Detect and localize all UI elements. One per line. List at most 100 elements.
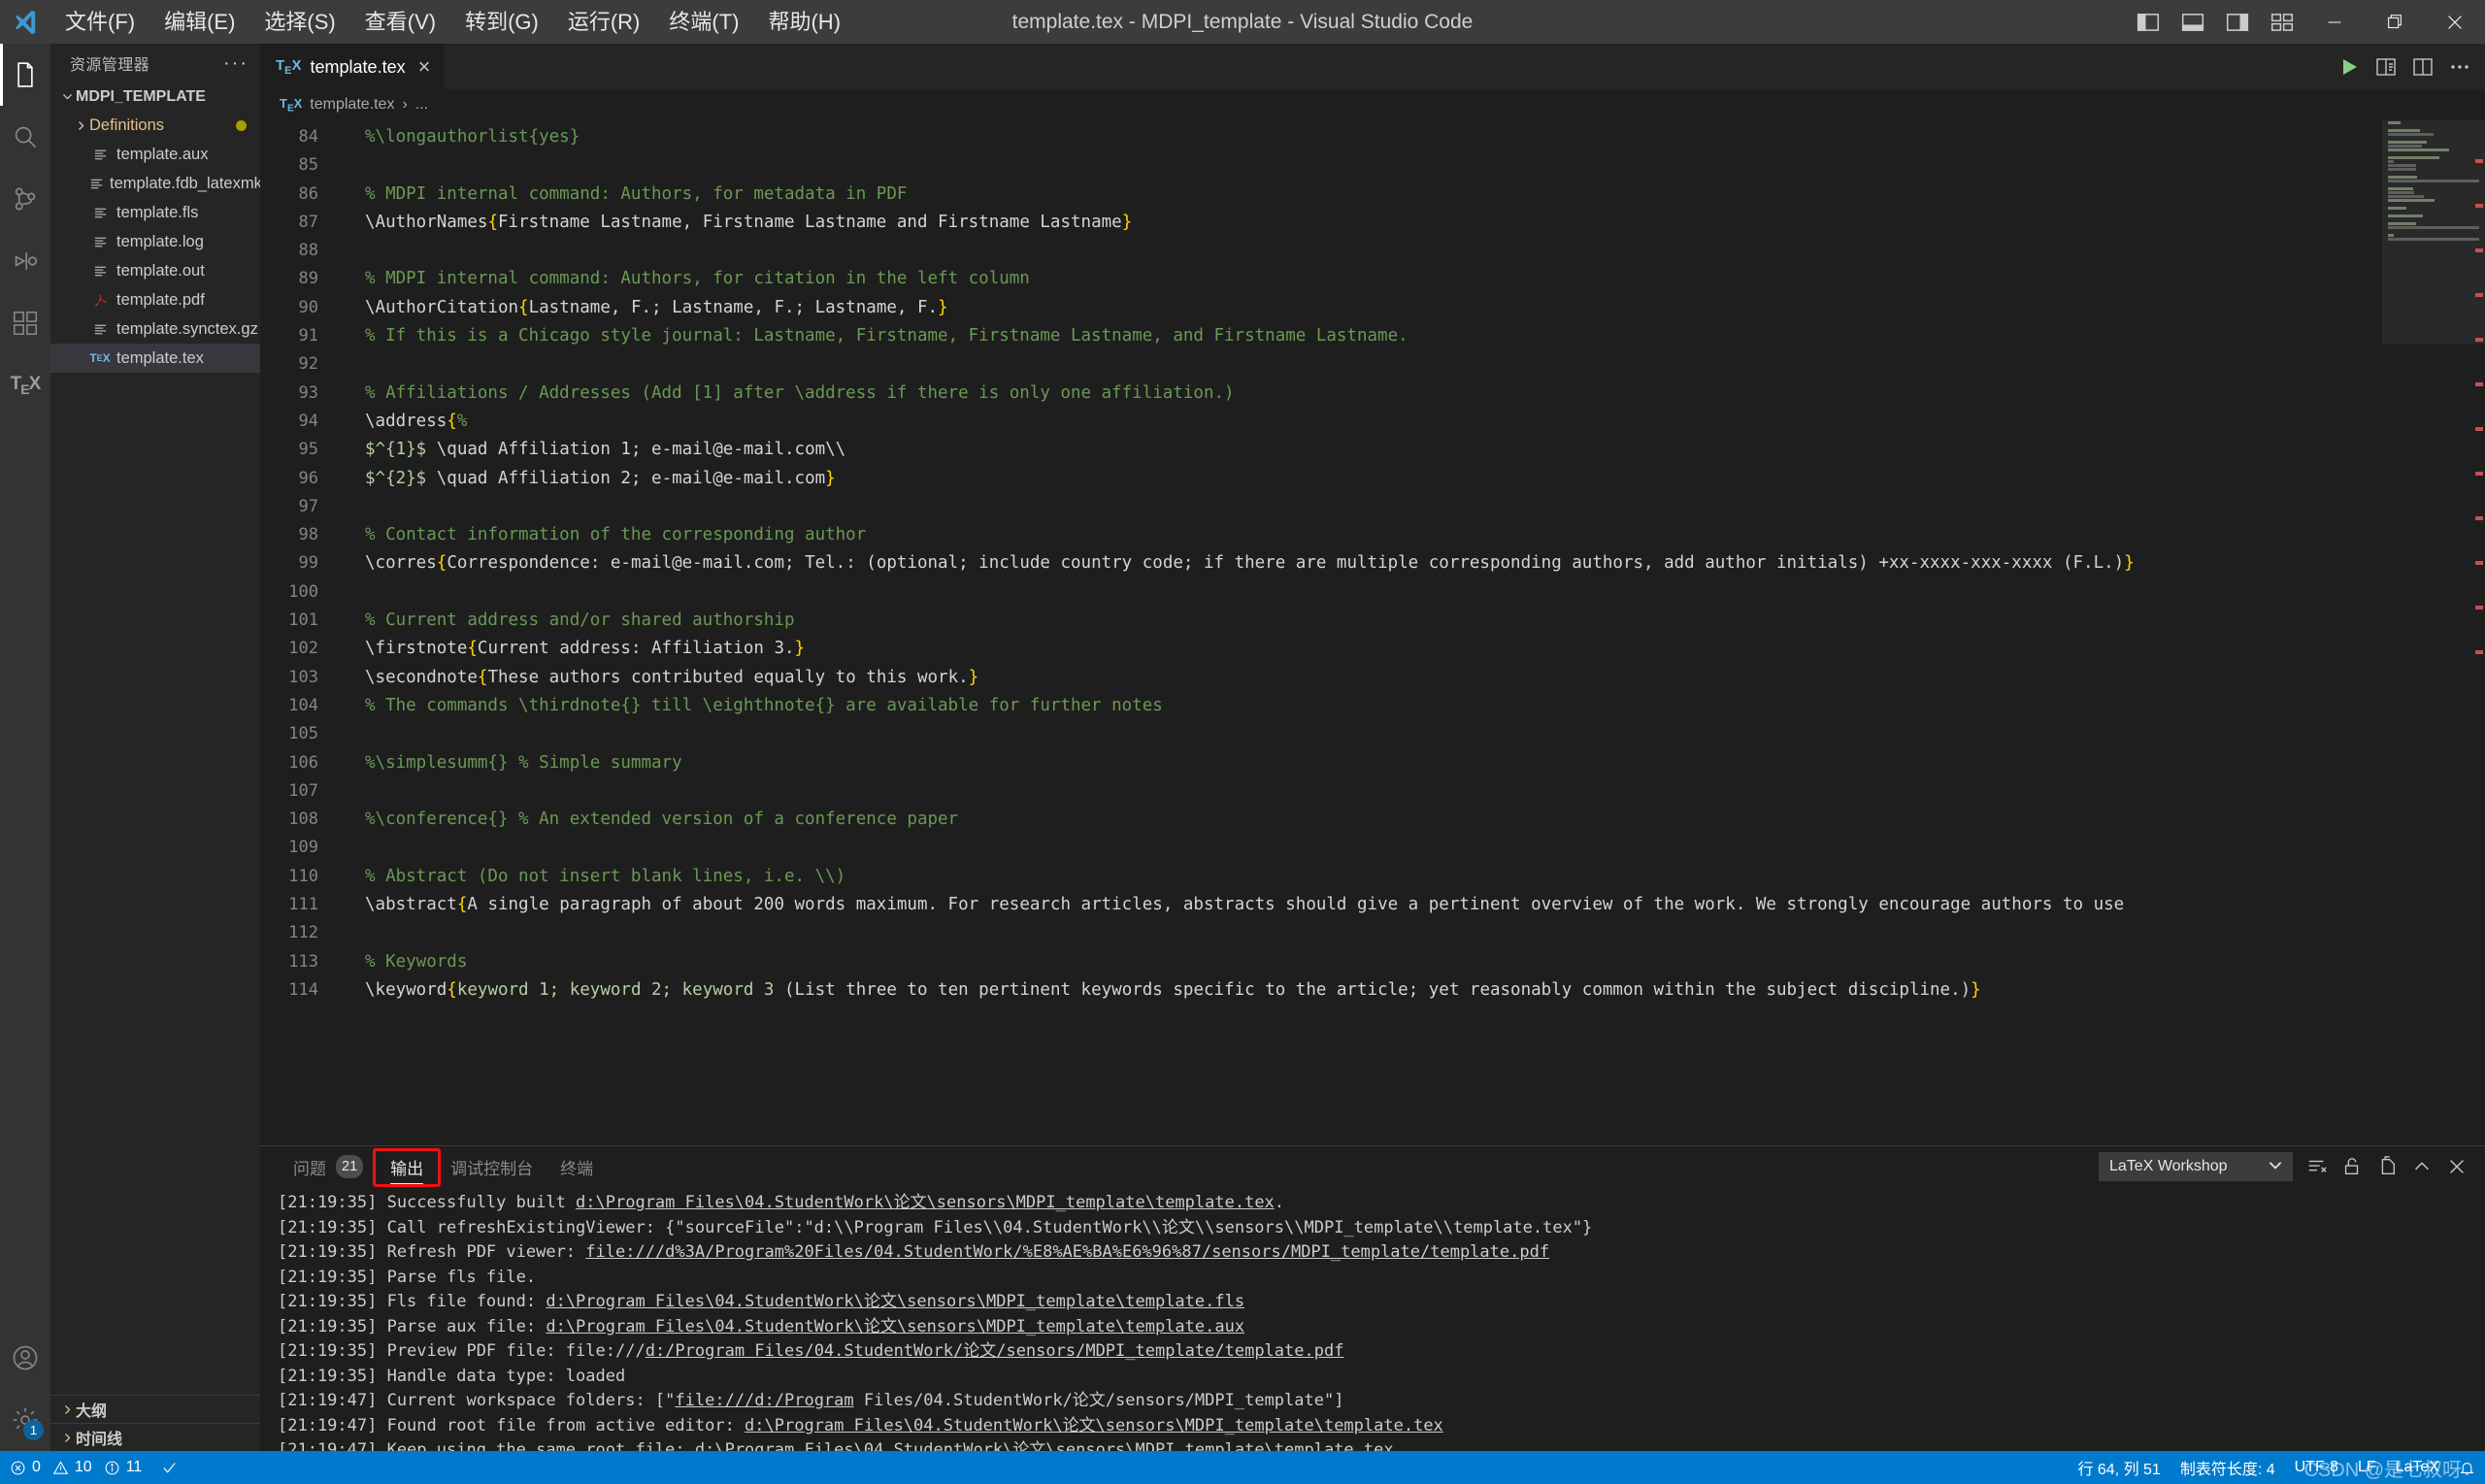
close-icon[interactable]: ×	[418, 54, 431, 80]
code-line[interactable]: 97	[260, 493, 2382, 521]
line-text[interactable]	[342, 151, 365, 180]
line-text[interactable]	[342, 350, 365, 379]
line-text[interactable]: $^{1}$ \quad Affiliation 1; e-mail@e-mai…	[342, 436, 845, 464]
code-line[interactable]: 91% If this is a Chicago style journal: …	[260, 322, 2382, 350]
run-icon[interactable]	[2337, 55, 2361, 79]
menu-go[interactable]: 转到(G)	[450, 0, 553, 44]
panel-tab-output[interactable]: 输出	[377, 1146, 437, 1187]
tree-item-template-aux[interactable]: template.aux	[50, 140, 260, 169]
menu-help[interactable]: 帮助(H)	[753, 0, 855, 44]
line-text[interactable]: \firstnote{Current address: Affiliation …	[342, 635, 805, 663]
code-line[interactable]: 89% MDPI internal command: Authors, for …	[260, 265, 2382, 293]
code-line[interactable]: 110% Abstract (Do not insert blank lines…	[260, 863, 2382, 891]
close-panel-icon[interactable]	[2446, 1156, 2468, 1177]
status-tab-size[interactable]: 制表符长度: 4	[2170, 1456, 2285, 1479]
tree-item-template-out[interactable]: template.out	[50, 256, 260, 285]
customize-layout-icon[interactable]	[2260, 0, 2304, 44]
code-line[interactable]: 95$^{1}$ \quad Affiliation 1; e-mail@e-m…	[260, 436, 2382, 464]
line-text[interactable]: %\longauthorlist{yes}	[342, 123, 580, 151]
line-text[interactable]	[342, 578, 365, 607]
line-text[interactable]: \abstract{A single paragraph of about 20…	[342, 891, 2124, 919]
output-link[interactable]: d:\Program Files\04.StudentWork\论文\senso…	[546, 1292, 1244, 1311]
activity-extensions[interactable]	[0, 292, 50, 354]
toggle-secondary-sidebar-icon[interactable]	[2215, 0, 2260, 44]
tree-item-template-fls[interactable]: template.fls	[50, 198, 260, 227]
code-line[interactable]: 113% Keywords	[260, 948, 2382, 976]
tree-item-template-synctex-gz[interactable]: template.synctex.gz	[50, 314, 260, 344]
toggle-panel-icon[interactable]	[2170, 0, 2215, 44]
menu-run[interactable]: 运行(R)	[553, 0, 655, 44]
code-line[interactable]: 108%\conference{} % An extended version …	[260, 806, 2382, 834]
line-text[interactable]: \corres{Correspondence: e-mail@e-mail.co…	[342, 549, 2135, 577]
output-channel-select[interactable]: LaTeX Workshop	[2099, 1152, 2293, 1181]
code-line[interactable]: 101% Current address and/or shared autho…	[260, 607, 2382, 635]
line-text[interactable]	[342, 237, 365, 265]
activity-accounts[interactable]	[0, 1327, 50, 1389]
output-log[interactable]: [21:19:35] Successfully built d:\Program…	[260, 1187, 2485, 1451]
sidebar-more-icon[interactable]: ···	[223, 52, 248, 75]
code-line[interactable]: 109	[260, 834, 2382, 862]
line-text[interactable]: \AuthorCitation{Lastname, F.; Lastname, …	[342, 294, 948, 322]
split-preview-icon[interactable]	[2374, 55, 2398, 79]
tree-item-template-tex[interactable]: TEX template.tex	[50, 344, 260, 373]
menu-view[interactable]: 查看(V)	[350, 0, 450, 44]
output-link[interactable]: file:///d:/Program	[675, 1391, 853, 1410]
code-line[interactable]: 102\firstnote{Current address: Affiliati…	[260, 635, 2382, 663]
menu-edit[interactable]: 编辑(E)	[149, 0, 249, 44]
maximize-button[interactable]	[2365, 0, 2425, 44]
menu-bar[interactable]: 文件(F) 编辑(E) 选择(S) 查看(V) 转到(G) 运行(R) 终端(T…	[50, 0, 855, 44]
output-link[interactable]: d:\Program Files\04.StudentWork\论文\senso…	[745, 1416, 1443, 1435]
line-text[interactable]: % Current address and/or shared authorsh…	[342, 607, 795, 635]
menu-terminal[interactable]: 终端(T)	[654, 0, 753, 44]
output-link[interactable]: d:/Program Files/04.StudentWork/论文/senso…	[646, 1341, 1344, 1361]
line-text[interactable]: % If this is a Chicago style journal: La…	[342, 322, 1408, 350]
code-content[interactable]: 84%\longauthorlist{yes}8586% MDPI intern…	[260, 120, 2382, 1005]
code-line[interactable]: 103\secondnote{These authors contributed…	[260, 664, 2382, 692]
sidebar-section-outline[interactable]: 大纲	[50, 1395, 260, 1423]
code-line[interactable]: 106%\simplesumm{} % Simple summary	[260, 749, 2382, 777]
code-line[interactable]: 84%\longauthorlist{yes}	[260, 123, 2382, 151]
activity-settings[interactable]: 1	[0, 1389, 50, 1451]
tab-template-tex[interactable]: TEX template.tex ×	[260, 44, 444, 89]
code-line[interactable]: 111\abstract{A single paragraph of about…	[260, 891, 2382, 919]
tree-item-template-pdf[interactable]: template.pdf	[50, 285, 260, 314]
code-line[interactable]: 90\AuthorCitation{Lastname, F.; Lastname…	[260, 294, 2382, 322]
activity-search[interactable]	[0, 106, 50, 168]
code-line[interactable]: 105	[260, 720, 2382, 748]
activity-run-debug[interactable]	[0, 230, 50, 292]
line-text[interactable]: \address{%	[342, 408, 467, 436]
output-link[interactable]: d:\Program Files\04.StudentWork\论文\senso…	[576, 1193, 1275, 1212]
line-text[interactable]: % Keywords	[342, 948, 467, 976]
line-text[interactable]: \AuthorNames{Firstname Lastname, Firstna…	[342, 209, 1132, 237]
line-text[interactable]	[342, 777, 365, 806]
code-line[interactable]: 98% Contact information of the correspon…	[260, 521, 2382, 549]
code-line[interactable]: 100	[260, 578, 2382, 607]
line-text[interactable]	[342, 834, 365, 862]
line-text[interactable]: \keyword{keyword 1; keyword 2; keyword 3…	[342, 976, 1981, 1005]
minimap-slider[interactable]	[2382, 120, 2485, 344]
menu-selection[interactable]: 选择(S)	[249, 0, 349, 44]
line-text[interactable]	[342, 919, 365, 947]
status-encoding[interactable]: UTF-8	[2285, 1459, 2348, 1476]
split-editor-icon[interactable]	[2411, 55, 2435, 79]
breadcrumb-file[interactable]: template.tex	[310, 96, 394, 114]
breadcrumb-rest[interactable]: ...	[415, 96, 428, 114]
output-link[interactable]: file:///d%3A/Program%20Files/04.StudentW…	[585, 1242, 1549, 1262]
code-line[interactable]: 96$^{2}$ \quad Affiliation 2; e-mail@e-m…	[260, 465, 2382, 493]
line-text[interactable]: %\simplesumm{} % Simple summary	[342, 749, 682, 777]
line-text[interactable]: % MDPI internal command: Authors, for me…	[342, 181, 907, 209]
status-eol[interactable]: LF	[2348, 1459, 2386, 1476]
status-check-icon[interactable]	[151, 1451, 187, 1484]
toggle-primary-sidebar-icon[interactable]	[2126, 0, 2170, 44]
tree-item-template-log[interactable]: template.log	[50, 227, 260, 256]
line-text[interactable]: %\conference{} % An extended version of …	[342, 806, 958, 834]
line-text[interactable]	[342, 720, 365, 748]
code-line[interactable]: 94\address{%	[260, 408, 2382, 436]
code-line[interactable]: 99\corres{Correspondence: e-mail@e-mail.…	[260, 549, 2382, 577]
code-line[interactable]: 104% The commands \thirdnote{} till \eig…	[260, 692, 2382, 720]
code-line[interactable]: 93% Affiliations / Addresses (Add [1] af…	[260, 379, 2382, 408]
code-line[interactable]: 85	[260, 151, 2382, 180]
code-editor[interactable]: 84%\longauthorlist{yes}8586% MDPI intern…	[260, 120, 2485, 1145]
code-line[interactable]: 87\AuthorNames{Firstname Lastname, First…	[260, 209, 2382, 237]
clear-output-icon[interactable]	[2306, 1156, 2328, 1177]
